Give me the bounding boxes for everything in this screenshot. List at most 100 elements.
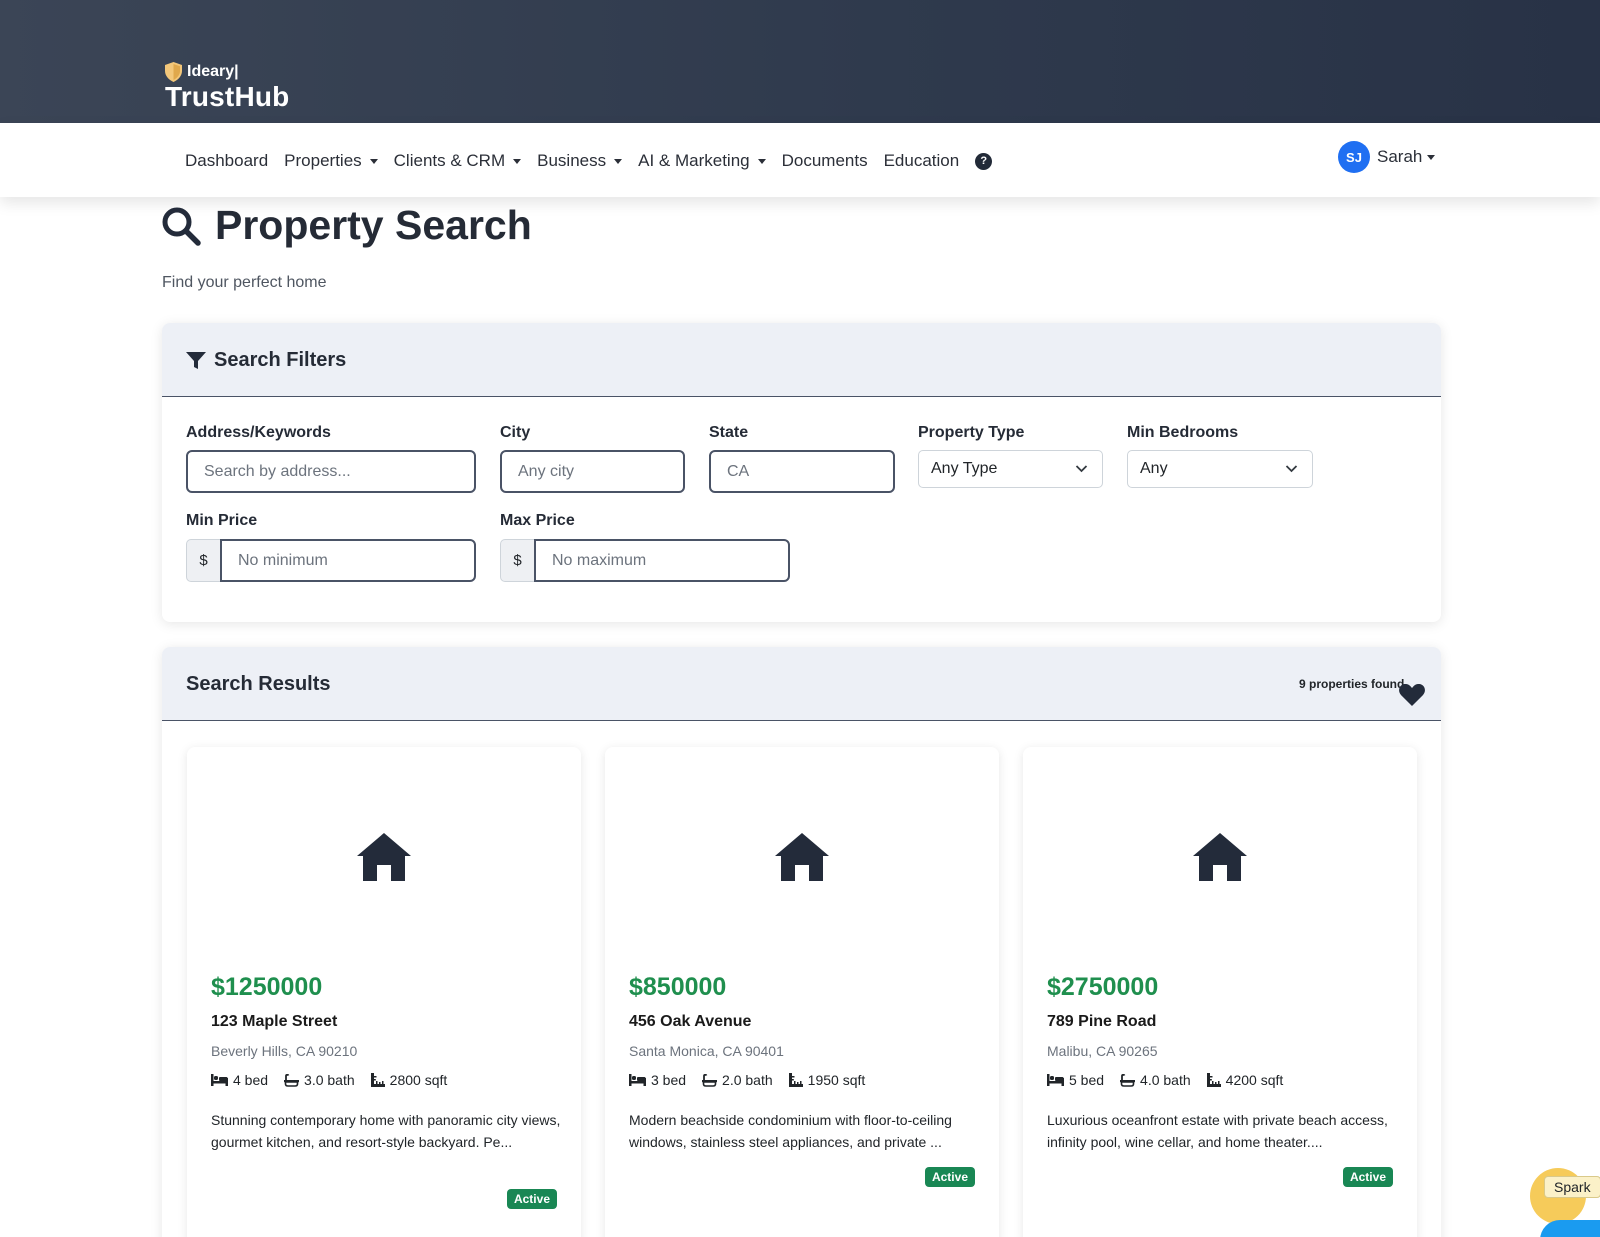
user-name: Sarah (1377, 147, 1423, 166)
ruler-icon (370, 1073, 385, 1087)
baths-value: 3.0 bath (304, 1072, 355, 1088)
search-filters-card: Search Filters Address/Keywords Search b… (162, 323, 1441, 622)
house-icon (1193, 833, 1247, 881)
property-type-select[interactable]: Any Type (918, 450, 1103, 488)
nav-label: Education (883, 151, 960, 170)
property-city: Santa Monica, CA 90401 (629, 1043, 784, 1059)
baths-stat: 4.0 bath (1120, 1072, 1191, 1088)
bed-icon (629, 1074, 646, 1086)
property-card[interactable]: $1250000 123 Maple Street Beverly Hills,… (187, 747, 581, 1237)
caret-down-icon (369, 158, 378, 164)
property-address[interactable]: 456 Oak Avenue (629, 1013, 751, 1031)
nav-label: Dashboard (185, 151, 269, 170)
city-input[interactable]: Any city (500, 450, 685, 493)
sqft-value: 2800 sqft (389, 1072, 448, 1088)
beds-value: 4 bed (233, 1072, 269, 1088)
sqft-stat: 1950 sqft (788, 1072, 866, 1088)
help-icon[interactable]: ? (975, 152, 993, 170)
beds-stat: 5 bed (1047, 1072, 1104, 1088)
sqft-stat: 2800 sqft (370, 1072, 448, 1088)
nav-item-properties[interactable]: Properties (284, 151, 378, 171)
nav-item-documents[interactable]: Documents (782, 151, 868, 171)
magnifier-icon (162, 207, 201, 246)
avatar: SJ (1338, 141, 1370, 173)
min-price-input[interactable]: No minimum (220, 539, 476, 582)
property-image (605, 747, 999, 967)
status-badge: Active (1342, 1167, 1393, 1187)
property-price: $850000 (629, 973, 727, 1001)
property-address[interactable]: 789 Pine Road (1047, 1013, 1156, 1031)
nav-item-clients-crm[interactable]: Clients & CRM (393, 151, 522, 171)
nav-label: AI & Marketing (638, 151, 750, 170)
nav-item-ai-marketing[interactable]: AI & Marketing (638, 151, 766, 171)
ruler-icon (1206, 1073, 1221, 1087)
baths-value: 2.0 bath (722, 1072, 773, 1088)
min-price-label: Min Price (186, 512, 258, 529)
filters-header: Search Filters (162, 323, 1441, 397)
spark-label: Spark (1544, 1176, 1600, 1198)
beds-value: 5 bed (1069, 1072, 1105, 1088)
property-city: Beverly Hills, CA 90210 (211, 1043, 358, 1059)
nav-item-business[interactable]: Business (537, 151, 623, 171)
results-header: Search Results 9 properties found (162, 647, 1441, 721)
max-price-input[interactable]: No maximum (534, 539, 790, 582)
baths-stat: 2.0 bath (702, 1072, 773, 1088)
nav-menu: Dashboard Properties Clients & CRM Busin… (185, 147, 993, 175)
chat-fab-button[interactable] (1540, 1220, 1600, 1237)
user-menu[interactable]: SJ Sarah (1338, 141, 1436, 173)
property-card[interactable]: $2750000 789 Pine Road Malibu, CA 90265 … (1023, 747, 1417, 1237)
caret-down-icon (757, 158, 766, 164)
results-count: 9 properties found (1299, 677, 1405, 691)
ruler-icon (788, 1073, 803, 1087)
brand-main-text: TrustHub (165, 81, 290, 112)
chevron-down-icon (1285, 465, 1298, 473)
bath-icon (1120, 1073, 1136, 1087)
page-subtitle: Find your perfect home (162, 274, 327, 291)
property-city: Malibu, CA 90265 (1047, 1043, 1158, 1059)
property-address[interactable]: 123 Maple Street (211, 1013, 337, 1031)
currency-addon: $ (500, 539, 535, 582)
heart-icon[interactable] (1399, 684, 1425, 706)
select-value: Any (1140, 460, 1168, 477)
caret-down-icon (614, 158, 623, 164)
funnel-icon (186, 351, 206, 369)
bed-icon (211, 1074, 228, 1086)
chevron-down-icon (1075, 465, 1088, 473)
sqft-value: 1950 sqft (807, 1072, 866, 1088)
status-badge: Active (506, 1189, 557, 1209)
property-stats: 5 bed 4.0 bath 4200 sqft (1047, 1072, 1299, 1088)
filters-title-text: Search Filters (214, 349, 347, 371)
beds-stat: 3 bed (629, 1072, 686, 1088)
min-bedrooms-label: Min Bedrooms (1127, 424, 1239, 441)
address-input[interactable]: Search by address... (186, 450, 476, 493)
baths-stat: 3.0 bath (284, 1072, 355, 1088)
property-card[interactable]: $850000 456 Oak Avenue Santa Monica, CA … (605, 747, 999, 1237)
page-title: Property Search (161, 202, 532, 249)
property-description: Luxurious oceanfront estate with private… (1047, 1112, 1388, 1150)
brand-top-text: Ideary| (187, 63, 239, 80)
state-input[interactable]: CA (709, 450, 895, 493)
sqft-stat: 4200 sqft (1206, 1072, 1283, 1088)
max-price-label: Max Price (500, 512, 575, 529)
nav-item-education[interactable]: Education (884, 151, 960, 171)
nav-label: Properties (284, 151, 362, 170)
property-image (187, 747, 581, 967)
nav-label: Clients & CRM (393, 151, 506, 170)
property-image (1023, 747, 1417, 967)
status-badge: Active (924, 1167, 975, 1187)
property-price: $2750000 (1047, 973, 1159, 1001)
caret-down-icon (513, 158, 522, 164)
beds-value: 3 bed (651, 1072, 687, 1088)
min-bedrooms-select[interactable]: Any (1127, 450, 1313, 488)
nav-item-dashboard[interactable]: Dashboard (185, 151, 268, 171)
currency-addon: $ (186, 539, 221, 582)
house-icon (357, 833, 411, 881)
nav-label: Business (537, 151, 607, 170)
bath-icon (702, 1073, 718, 1087)
beds-stat: 4 bed (211, 1072, 268, 1088)
filters-title: Search Filters (186, 349, 346, 372)
bath-icon (284, 1073, 300, 1087)
shield-icon (165, 62, 182, 82)
brand-logo[interactable]: Ideary| TrustHub (165, 62, 289, 112)
results-title: Search Results (186, 673, 331, 695)
